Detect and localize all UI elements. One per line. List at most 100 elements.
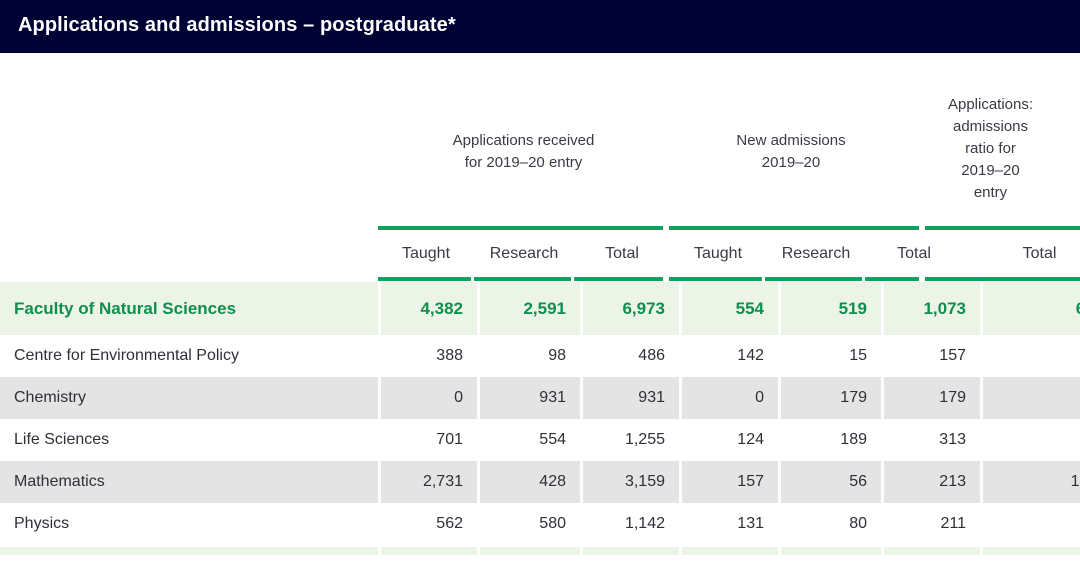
cell-applications-admissions-ratio: 5.4 : 1	[983, 503, 1080, 545]
sub-header-admissions-research: Research	[766, 231, 866, 277]
cell-applications-research: 98	[480, 335, 580, 377]
cell-clipped-ratio	[983, 547, 1080, 555]
cell-applications-taught: 2,731	[381, 461, 477, 503]
rule-col-applications-research	[474, 277, 571, 281]
cell-clipped-applications-taught	[381, 547, 477, 555]
rule-col-ratio-total	[925, 277, 1080, 281]
group-header-ratio-line1: Applications:	[948, 94, 1033, 116]
table-row-partially-visible[interactable]	[0, 547, 1080, 555]
cell-clipped-admissions-total	[884, 547, 980, 555]
cell-clipped-applications-total	[583, 547, 679, 555]
group-header-applications-admissions-ratio: Applications: admissions ratio for 2019–…	[913, 53, 1068, 226]
sub-header-applications-research: Research	[474, 231, 574, 277]
group-header-ratio-line3: ratio for	[948, 138, 1033, 160]
group-header-underline-rules	[0, 226, 1080, 231]
rule-col-admissions-total	[865, 277, 919, 281]
row-label-physics: Physics	[0, 503, 378, 545]
cell-applications-taught: 562	[381, 503, 477, 545]
cell-applications-admissions-ratio: 3.1 : 1	[983, 335, 1080, 377]
table-row[interactable]: Faculty of Natural Sciences 4,382 2,591 …	[0, 282, 1080, 335]
table-row[interactable]: Life Sciences 701 554 1,255 124 189 313 …	[0, 419, 1080, 461]
cell-applications-taught: 388	[381, 335, 477, 377]
cell-admissions-total: 179	[884, 377, 980, 419]
cell-applications-total: 6,973	[583, 282, 679, 335]
cell-applications-admissions-ratio: 6.5 : 1	[983, 282, 1080, 335]
cell-admissions-total: 1,073	[884, 282, 980, 335]
cell-admissions-taught: 157	[682, 461, 778, 503]
row-label-mathematics: Mathematics	[0, 461, 378, 503]
cell-admissions-taught: 124	[682, 419, 778, 461]
cell-clipped-applications-research	[480, 547, 580, 555]
cell-admissions-research: 80	[781, 503, 881, 545]
sub-header-admissions-taught: Taught	[670, 231, 766, 277]
group-header-applications-received: Applications received for 2019–20 entry	[378, 53, 669, 226]
group-header-new-admissions: New admissions 2019–20	[669, 53, 913, 226]
row-label-life-sciences: Life Sciences	[0, 419, 378, 461]
row-label-chemistry: Chemistry	[0, 377, 378, 419]
group-header-ratio-line4: 2019–20	[948, 160, 1033, 182]
group-header-ratio-line5: entry	[948, 182, 1033, 204]
cell-applications-taught: 0	[381, 377, 477, 419]
sub-header-applications-total: Total	[574, 231, 670, 277]
cell-applications-total: 486	[583, 335, 679, 377]
rule-col-applications-taught	[378, 277, 471, 281]
cell-admissions-total: 213	[884, 461, 980, 503]
sub-header-underline-rules	[0, 277, 1080, 282]
rule-col-admissions-taught	[669, 277, 762, 281]
cell-applications-research: 554	[480, 419, 580, 461]
cell-admissions-total: 157	[884, 335, 980, 377]
sub-header-ratio-total: Total	[962, 231, 1080, 277]
group-header-applications-line2: for 2019–20 entry	[453, 152, 595, 174]
rule-applications-group	[378, 226, 663, 230]
sub-header-blank-corner	[0, 231, 378, 277]
page-title: Applications and admissions – postgradua…	[18, 14, 456, 37]
sub-header-admissions-total: Total	[866, 231, 962, 277]
row-label-clipped	[0, 547, 378, 555]
cell-admissions-research: 519	[781, 282, 881, 335]
page-header-bar: Applications and admissions – postgradua…	[0, 0, 1080, 53]
cell-admissions-research: 56	[781, 461, 881, 503]
rule-col-admissions-research	[765, 277, 862, 281]
cell-admissions-taught: 131	[682, 503, 778, 545]
table-group-header-row: Applications received for 2019–20 entry …	[0, 53, 1080, 226]
group-header-admissions-line2: 2019–20	[736, 152, 845, 174]
table-row[interactable]: Centre for Environmental Policy 388 98 4…	[0, 335, 1080, 377]
cell-applications-taught: 701	[381, 419, 477, 461]
cell-admissions-research: 189	[781, 419, 881, 461]
cell-admissions-taught: 0	[682, 377, 778, 419]
row-label-faculty-of-natural-sciences: Faculty of Natural Sciences	[0, 282, 378, 335]
cell-admissions-research: 179	[781, 377, 881, 419]
row-label-centre-for-environmental-policy: Centre for Environmental Policy	[0, 335, 378, 377]
cell-admissions-research: 15	[781, 335, 881, 377]
cell-admissions-taught: 554	[682, 282, 778, 335]
cell-applications-total: 1,142	[583, 503, 679, 545]
table-row[interactable]: Chemistry 0 931 931 0 179 179 5.2 : 1	[0, 377, 1080, 419]
cell-admissions-total: 313	[884, 419, 980, 461]
cell-applications-admissions-ratio: 4 : 1	[983, 419, 1080, 461]
rule-ratio-group	[925, 226, 1080, 230]
cell-admissions-total: 211	[884, 503, 980, 545]
cell-applications-admissions-ratio: 14.8 : 1	[983, 461, 1080, 503]
table-row[interactable]: Physics 562 580 1,142 131 80 211 5.4 : 1	[0, 503, 1080, 545]
group-header-ratio-line2: admissions	[948, 116, 1033, 138]
cell-clipped-admissions-taught	[682, 547, 778, 555]
cell-clipped-admissions-research	[781, 547, 881, 555]
group-header-admissions-line1: New admissions	[736, 130, 845, 152]
cell-applications-total: 3,159	[583, 461, 679, 503]
cell-applications-admissions-ratio: 5.2 : 1	[983, 377, 1080, 419]
page-root: Applications and admissions – postgradua…	[0, 0, 1080, 572]
cell-applications-total: 1,255	[583, 419, 679, 461]
applications-admissions-table: Applications received for 2019–20 entry …	[0, 53, 1080, 572]
table-sub-header-row: Taught Research Total Taught Research To…	[0, 231, 1080, 277]
sub-header-applications-taught: Taught	[378, 231, 474, 277]
group-header-applications-line1: Applications received	[453, 130, 595, 152]
cell-applications-research: 580	[480, 503, 580, 545]
cell-applications-research: 931	[480, 377, 580, 419]
cell-applications-total: 931	[583, 377, 679, 419]
cell-applications-taught: 4,382	[381, 282, 477, 335]
cell-admissions-taught: 142	[682, 335, 778, 377]
table-row[interactable]: Mathematics 2,731 428 3,159 157 56 213 1…	[0, 461, 1080, 503]
cell-applications-research: 428	[480, 461, 580, 503]
rule-col-applications-total	[574, 277, 663, 281]
cell-applications-research: 2,591	[480, 282, 580, 335]
